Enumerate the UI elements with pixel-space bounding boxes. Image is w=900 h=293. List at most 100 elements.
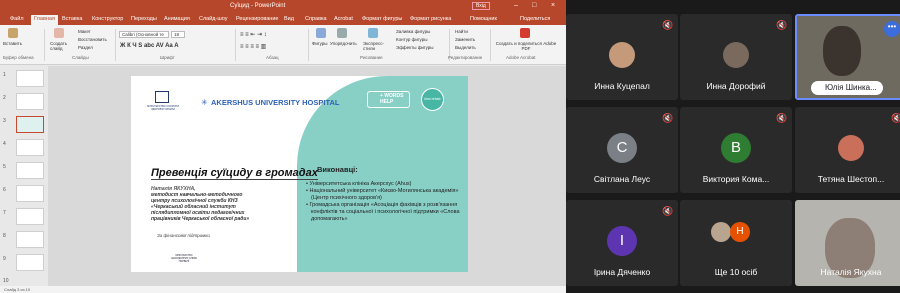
tab-file[interactable]: Файл xyxy=(10,16,24,22)
font-name-field[interactable]: Calibri (Основной те xyxy=(119,31,169,38)
bold-button[interactable]: Ж К Ч S abc AV Aa A xyxy=(120,43,179,49)
current-slide[interactable]: МІНІСТЕРСТВО ОХОРОНИ ЗДОРОВ'Я УКРАЇНИ ✳ … xyxy=(131,76,468,272)
slide-thumbnail[interactable] xyxy=(16,70,44,87)
slide-thumbnail[interactable] xyxy=(16,162,44,179)
tab-shape-format[interactable]: Формат фигуры xyxy=(362,16,402,22)
participant-avatar xyxy=(609,42,635,68)
ribbon-tabs: Файл Главная Вставка Конструктор Переход… xyxy=(0,14,566,25)
tab-slideshow[interactable]: Слайд-шоу xyxy=(199,16,228,22)
participant-tile[interactable]: 🔇 Тетяна Шестоп... xyxy=(795,107,900,193)
adobe-pdf-icon[interactable] xyxy=(520,28,530,38)
participant-initial: І xyxy=(607,226,637,256)
window-title: Суїцид - PowerPoint xyxy=(230,3,286,9)
desktop: Суїцид - PowerPoint Вхід – □ × Файл Глав… xyxy=(0,0,900,293)
slide-thumbnail[interactable] xyxy=(16,208,44,225)
create-pdf-button[interactable]: Создать и поделиться Adobe PDF xyxy=(494,41,558,51)
slide-counter: Слайд 3 из 10 xyxy=(4,287,31,292)
words-help-logo: + WORDS HELP xyxy=(367,91,410,108)
participant-tile[interactable]: 🔇 Инна Куцепал xyxy=(566,14,678,100)
slide-number: 9 xyxy=(3,256,6,262)
paste-button[interactable]: Вставить xyxy=(3,41,22,46)
participant-name: Виктория Кома... xyxy=(702,174,770,184)
tab-help[interactable]: Справка xyxy=(305,16,327,22)
slide-number: 6 xyxy=(3,187,6,193)
words-help-line: HELP xyxy=(380,99,394,105)
quick-styles-icon[interactable] xyxy=(368,28,378,38)
slide-number: 7 xyxy=(3,210,6,216)
author-block: Наталія ЯКУХНА, методист навчально-метод… xyxy=(151,186,261,222)
participant-tile[interactable]: Наталія Якухна xyxy=(795,200,900,286)
reset-button[interactable]: Восстановить xyxy=(78,37,107,42)
font-size-field[interactable]: 18 xyxy=(171,31,185,38)
slide-thumbnail[interactable] xyxy=(16,254,44,271)
tab-view[interactable]: Вид xyxy=(284,16,294,22)
align-controls[interactable]: ≡ ≡ ≡ ≡ ▥ xyxy=(240,43,266,50)
tab-design[interactable]: Конструктор xyxy=(92,16,123,22)
tab-picture-format[interactable]: Формат рисунка xyxy=(410,16,451,22)
participant-avatar xyxy=(838,135,864,161)
replace-button[interactable]: Заменить xyxy=(455,37,475,42)
layout-button[interactable]: Макет xyxy=(78,29,91,34)
select-button[interactable]: Выделить xyxy=(455,45,476,50)
tab-insert[interactable]: Вставка xyxy=(62,16,82,22)
ministry-logo xyxy=(155,91,169,103)
slide-thumbnail-selected[interactable] xyxy=(16,116,44,133)
slide-thumbnail[interactable] xyxy=(16,139,44,156)
slide-thumbnail[interactable] xyxy=(16,231,44,248)
participant-name: Инна Куцепал xyxy=(594,81,650,91)
shape-effects-button[interactable]: Эффекты фигуры xyxy=(396,45,434,50)
more-participants-tile[interactable]: Н Ще 10 осіб xyxy=(680,200,792,286)
tab-transitions[interactable]: Переходы xyxy=(131,16,157,22)
performers-heading: Виконавці: xyxy=(317,165,358,174)
slide-number: 5 xyxy=(3,164,6,170)
participant-tile[interactable]: В 🔇 Виктория Кома... xyxy=(680,107,792,193)
tab-animations[interactable]: Анимация xyxy=(164,16,190,22)
slide-thumbnails: 1 2 3 4 5 6 7 8 9 10 xyxy=(0,66,48,286)
ministry-logo-text: МІНІСТЕРСТВО ОХОРОНИ ЗДОРОВ'Я УКРАЇНИ xyxy=(147,105,179,111)
maximize-icon[interactable]: □ xyxy=(532,2,536,9)
slide-number: 1 xyxy=(3,72,6,78)
quick-styles-button[interactable]: Экспресс-стили xyxy=(363,41,385,51)
paste-icon[interactable] xyxy=(8,28,18,38)
more-options-icon[interactable]: ••• xyxy=(884,21,900,37)
participant-tile[interactable]: С 🔇 Світлана Леус xyxy=(566,107,678,193)
tab-assistant[interactable]: Помощник xyxy=(470,16,497,22)
participant-name: Наталія Якухна xyxy=(820,267,882,277)
group-font: Шрифт xyxy=(160,55,175,60)
arrange-button[interactable]: Упорядочить xyxy=(330,41,357,46)
new-slide-button[interactable]: Создать слайд xyxy=(50,41,72,51)
minimize-icon[interactable]: – xyxy=(514,2,518,9)
muted-mic-icon: 🔇 xyxy=(662,113,674,123)
sign-in-button[interactable]: Вхід xyxy=(472,2,490,10)
muted-mic-icon: 🔇 xyxy=(662,206,674,216)
share-button[interactable]: Поделиться xyxy=(520,16,550,22)
slide-thumbnail[interactable] xyxy=(16,93,44,110)
paragraph-controls[interactable]: ≡ ≡ ⇤ ⇥ ↕ xyxy=(240,31,267,38)
arrange-icon[interactable] xyxy=(337,28,347,38)
participant-tile[interactable]: І 🔇 Ірина Дяченко xyxy=(566,200,678,286)
tab-review[interactable]: Рецензирование xyxy=(236,16,278,22)
close-icon[interactable]: × xyxy=(551,2,555,9)
performer-text: Національний університет «Києво-Могилянс… xyxy=(309,188,459,201)
shape-fill-button[interactable]: Заливка фигуры xyxy=(396,29,430,34)
new-slide-icon[interactable] xyxy=(54,28,64,38)
participant-initial: В xyxy=(721,133,751,163)
tab-home[interactable]: Главная xyxy=(31,15,58,25)
participant-initial: С xyxy=(607,133,637,163)
participant-avatar xyxy=(723,42,749,68)
tab-acrobat[interactable]: Acrobat xyxy=(334,16,353,22)
support-caption: За фінансової підтримки xyxy=(157,233,210,238)
performer-item: • Університетська клініка Акерсхус (Ahus… xyxy=(306,181,412,187)
status-bar: Слайд 3 из 10 xyxy=(0,286,566,293)
find-button[interactable]: Найти xyxy=(455,29,468,34)
slide-thumbnail[interactable] xyxy=(16,185,44,202)
participant-tile[interactable]: 🔇 Инна Дорофий xyxy=(680,14,792,100)
author-description: методист навчально-методичного центру пс… xyxy=(151,192,250,222)
shape-outline-button[interactable]: Контур фигуры xyxy=(396,37,427,42)
slide-number: 8 xyxy=(3,233,6,239)
shapes-button[interactable]: Фигуры xyxy=(312,41,328,46)
section-button[interactable]: Раздел xyxy=(78,45,93,50)
shapes-icon[interactable] xyxy=(316,28,326,38)
zoom-gallery: 🔇 Инна Куцепал 🔇 Инна Дорофий ••• Юлія Ш… xyxy=(566,0,900,293)
participant-tile-active[interactable]: ••• Юлія Шинка... xyxy=(795,14,900,100)
